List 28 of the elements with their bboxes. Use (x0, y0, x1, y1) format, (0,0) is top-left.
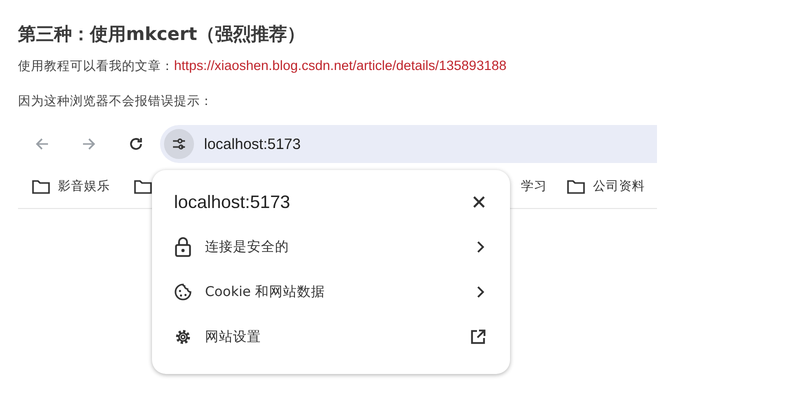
lock-icon (174, 236, 192, 256)
bookmark-item[interactable] (134, 178, 152, 194)
chevron-right-icon (476, 284, 486, 298)
back-icon[interactable] (34, 136, 50, 152)
folder-icon (134, 178, 152, 194)
bookmark-item[interactable]: 学习 (521, 178, 547, 194)
article-heading: 第三种：使用mkcert（强烈推荐） (18, 23, 306, 46)
popup-title: localhost:5173 (174, 192, 290, 212)
forward-icon[interactable] (81, 136, 97, 152)
bookmark-item[interactable]: 公司资料 (567, 178, 645, 194)
popup-menu-item[interactable]: 连接是安全的 (174, 224, 486, 269)
address-bar[interactable]: localhost:5173 (160, 125, 657, 163)
folder-icon (32, 178, 50, 194)
body-text: 使用教程可以看我的文章： (18, 58, 174, 75)
close-icon[interactable] (472, 195, 486, 209)
folder-icon (567, 178, 585, 194)
article-link[interactable]: https://xiaoshen.blog.csdn.net/article/details/135893188 (174, 58, 506, 75)
site-info-icon[interactable] (164, 129, 194, 159)
settings-icon (174, 328, 192, 346)
cookie-icon (174, 282, 192, 300)
popup-menu-item[interactable]: Cookie 和网站数据 (174, 269, 486, 314)
bookmark-item[interactable]: 影音娱乐 (32, 178, 110, 194)
reload-icon[interactable] (128, 136, 144, 152)
chevron-right-icon (476, 240, 486, 254)
external-link-icon (470, 328, 486, 344)
address-text: localhost:5173 (204, 136, 301, 152)
body-text: 因为这种浏览器不会报错误提示： (18, 93, 213, 110)
popup-menu-item[interactable]: 网站设置 (174, 314, 486, 359)
